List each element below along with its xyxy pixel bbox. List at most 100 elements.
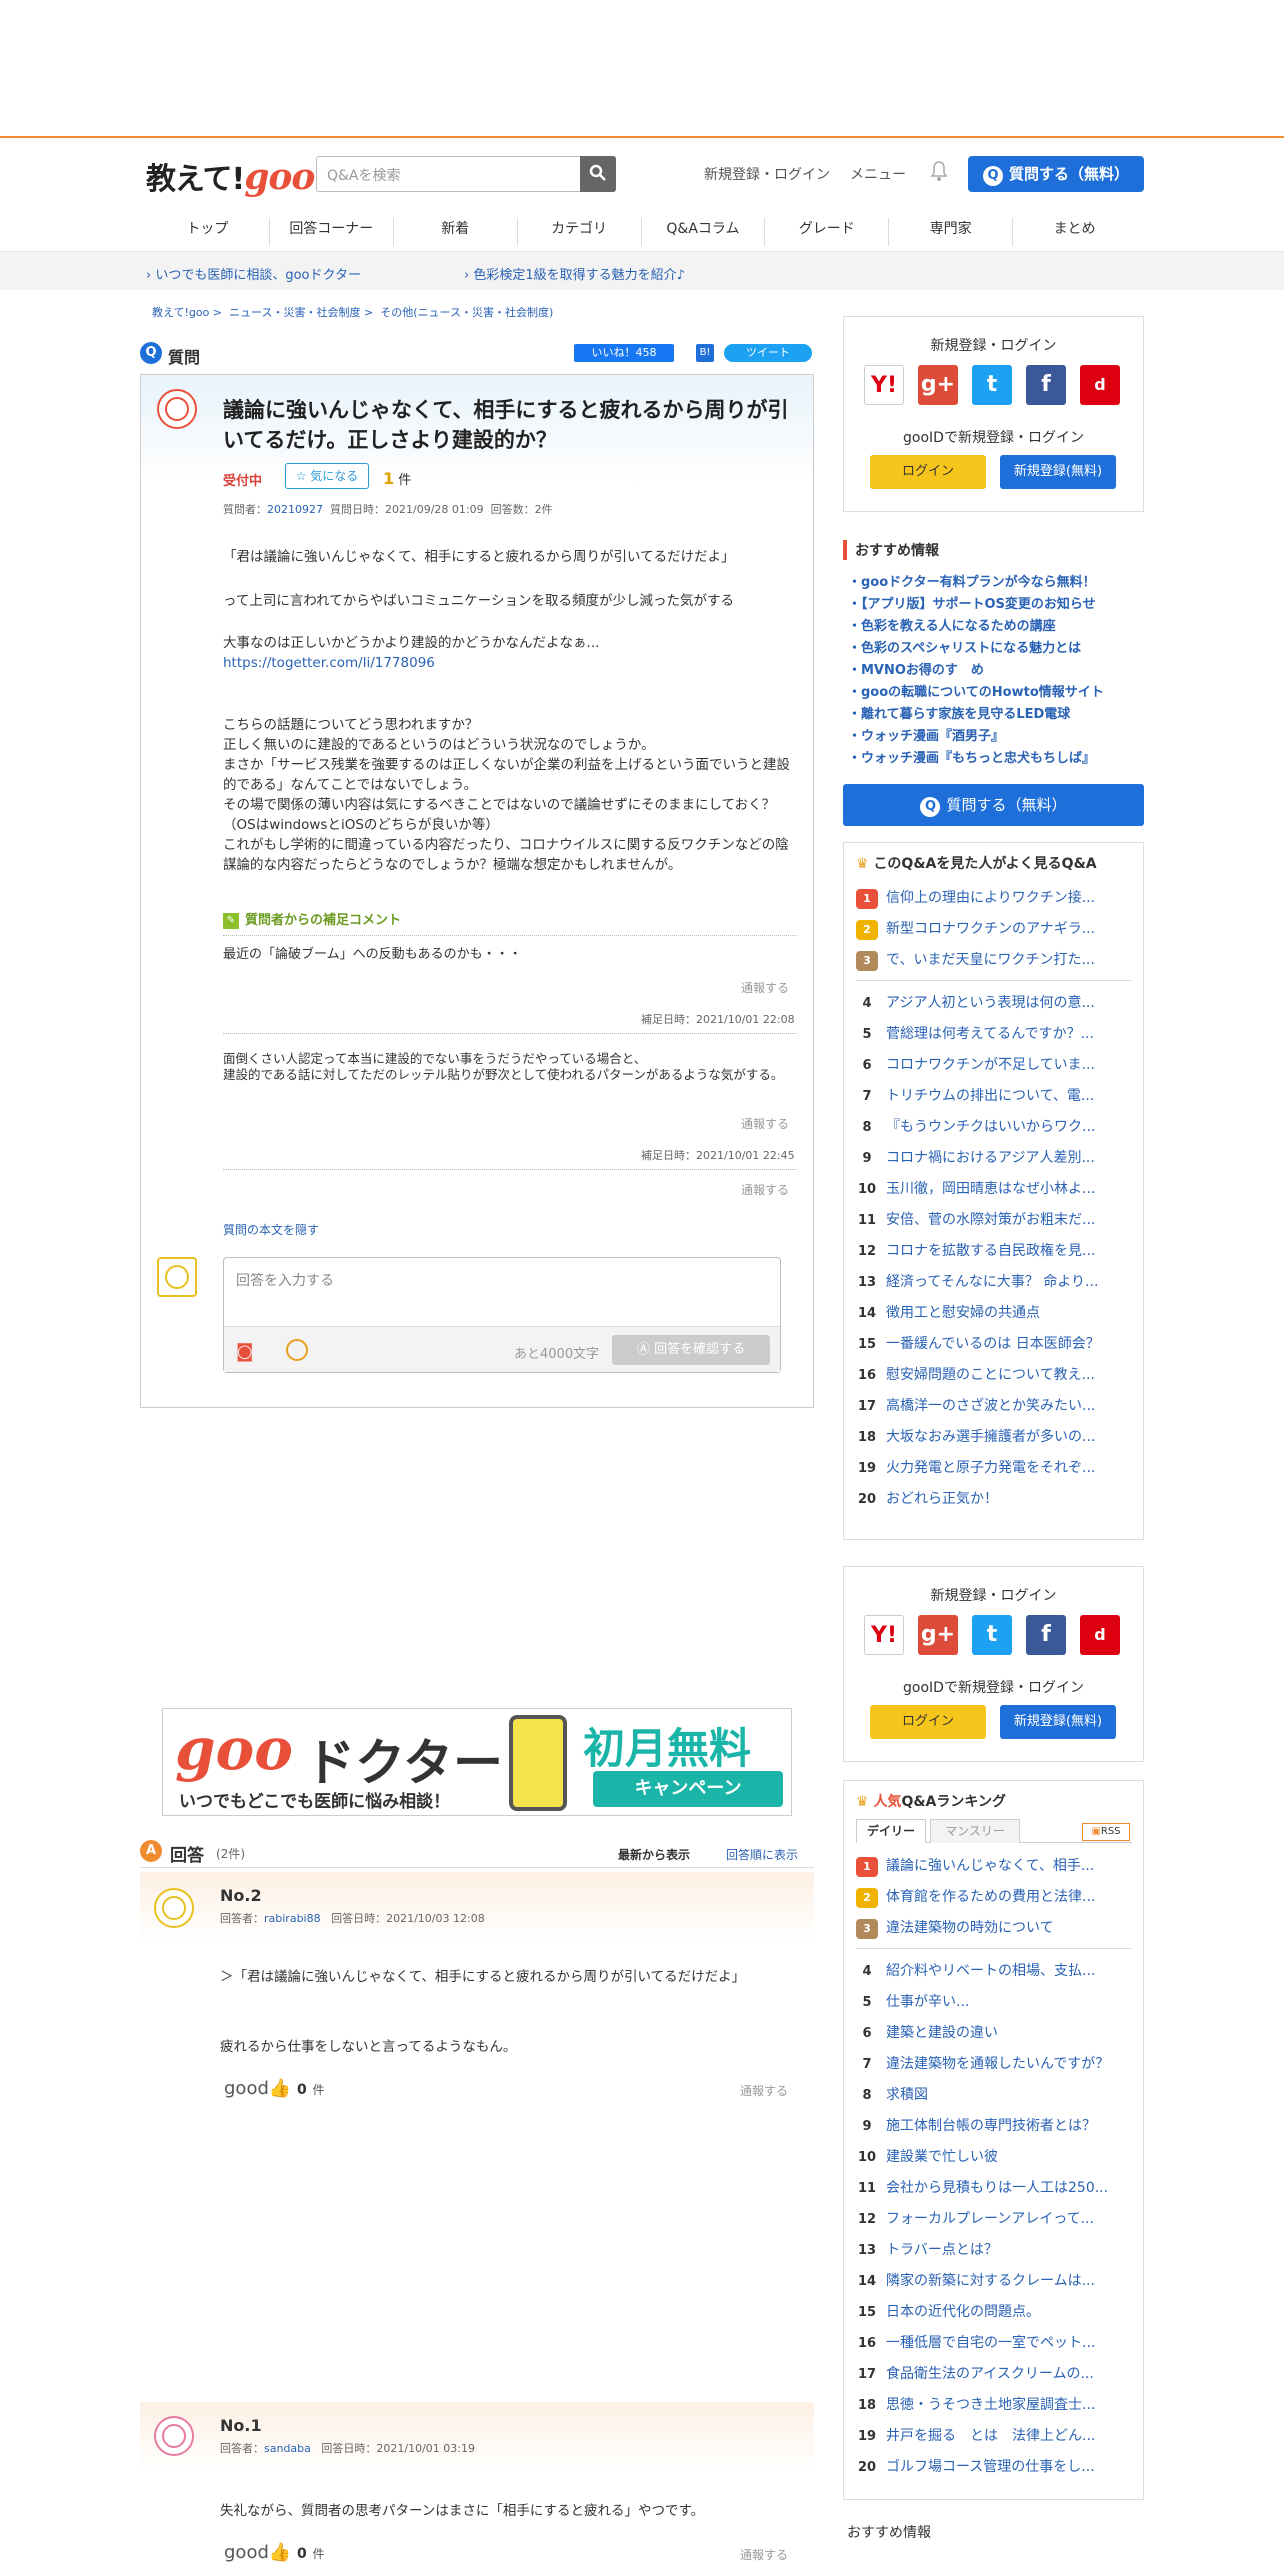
recommend-item[interactable]: ・ウォッチ漫画『もちっと忠犬もちしば』 (848, 748, 1144, 770)
rank-item[interactable]: 19 火力発電と原子力発電をそれぞ... (856, 1453, 1134, 1483)
facebook-icon[interactable]: f (1026, 1615, 1066, 1655)
answer-input[interactable]: 回答を入力する (236, 1270, 334, 1290)
report-link[interactable]: 通報する (740, 2546, 788, 2563)
nav-qa-column[interactable]: Q&Aコラム (640, 218, 765, 246)
recommend-item[interactable]: ・色彩を教える人になるための講座 (848, 616, 1144, 638)
rank-item[interactable]: 12 コロナを拡散する自民政権を見... (856, 1236, 1134, 1266)
bell-icon[interactable] (930, 160, 948, 182)
ask-question-button-side[interactable]: Q 質問する（無料） (843, 784, 1144, 826)
rank-item[interactable]: 11 安倍、菅の水際対策がお粗末だ... (856, 1205, 1134, 1235)
rank-item[interactable]: 11 会社から見積もりは一人工は250... (856, 2173, 1134, 2203)
rank-item[interactable]: 6 コロナワクチンが不足していま... (856, 1050, 1134, 1080)
answerer-avatar[interactable] (154, 2416, 194, 2456)
twitter-icon[interactable]: t (972, 365, 1012, 405)
answerer-avatar[interactable] (154, 1888, 194, 1928)
rank-item[interactable]: 5 仕事が辛い... (856, 1987, 1134, 2017)
docomo-icon[interactable]: d (1080, 365, 1120, 405)
signup-button[interactable]: 新規登録(無料) (1000, 455, 1116, 489)
nav-matome[interactable]: まとめ (1012, 218, 1136, 246)
answer-input-box[interactable]: 回答を入力する ◙ あと4000文字 Ⓐ 回答を確認する (223, 1257, 781, 1373)
recommend-item[interactable]: ・離れて暮らす家族を見守るLED電球 (848, 704, 1144, 726)
recommend-item[interactable]: ・gooドクター有料プランが今なら無料！ (848, 572, 1144, 594)
rank-item[interactable]: 4 アジア人初という表現は何の意... (856, 988, 1134, 1018)
goo-doctor-ad[interactable]: goo ドクター いつでもどこでも医師に悩み相談！ 初月無料 キャンペーン (162, 1708, 792, 1816)
rank-item[interactable]: 8 『もうウンチクはいいからワク... (856, 1112, 1134, 1142)
asker-avatar[interactable] (157, 389, 197, 429)
rank-item[interactable]: 18 大坂なおみ選手擁護者が多いの... (856, 1422, 1134, 1452)
search-button[interactable] (580, 156, 616, 192)
rss-button[interactable]: ▣RSS (1082, 1823, 1130, 1841)
rank-item[interactable]: 2 体育館を作るための費用と法律... (856, 1882, 1134, 1912)
rank-item[interactable]: 1 信仰上の理由によりワクチン接... (856, 883, 1134, 913)
rank-item[interactable]: 1 議論に強いんじゃなくて、相手... (856, 1851, 1134, 1881)
camera-icon[interactable]: ◙ (236, 1341, 253, 1362)
site-logo[interactable]: 教えて!goo (146, 154, 315, 198)
signup-button[interactable]: 新規登録(無料) (1000, 1705, 1116, 1739)
login-button[interactable]: ログイン (870, 455, 986, 489)
report-link[interactable]: 通報する (740, 2082, 788, 2099)
good-button[interactable]: good👍 0 件 (224, 2078, 325, 2099)
google-icon[interactable]: g+ (918, 365, 958, 405)
recommend-item[interactable]: ・gooの転職についてのHowto情報サイト (848, 682, 1144, 704)
docomo-icon[interactable]: d (1080, 1615, 1120, 1655)
hide-question-body-link[interactable]: 質問の本文を隠す (223, 1221, 319, 1238)
rank-item[interactable]: 7 トリチウムの排出について、電... (856, 1081, 1134, 1111)
rank-item[interactable]: 20 おどれら正気か！ (856, 1484, 1134, 1514)
rank-item[interactable]: 9 コロナ禍におけるアジア人差別... (856, 1143, 1134, 1173)
breadcrumb-item[interactable]: その他(ニュース・災害・社会制度) (380, 306, 553, 319)
login-button[interactable]: ログイン (870, 1705, 986, 1739)
rank-item[interactable]: 12 フォーカルプレーンアレイって... (856, 2204, 1134, 2234)
recommend-item[interactable]: ・色彩のスペシャリストになる魅力とは (848, 638, 1144, 660)
report-link[interactable]: 通報する (741, 979, 789, 996)
rank-item[interactable]: 4 紹介料やリベートの相場、支払... (856, 1956, 1134, 1986)
nav-answer-corner[interactable]: 回答コーナー (268, 218, 393, 246)
asker-link[interactable]: 20210927 (267, 503, 323, 516)
togetter-link[interactable]: https://togetter.com/li/1778096 (223, 653, 797, 673)
good-button[interactable]: good👍 0 件 (224, 2542, 325, 2563)
facebook-like-button[interactable]: いいね！458 (574, 344, 674, 362)
confirm-answer-button[interactable]: Ⓐ 回答を確認する (612, 1335, 770, 1365)
rank-item[interactable]: 16 一種低層で自宅の一室でペット... (856, 2328, 1134, 2358)
rank-item[interactable]: 10 玉川徹，岡田晴恵はなぜ小林よ... (856, 1174, 1134, 1204)
facebook-icon[interactable]: f (1026, 365, 1066, 405)
goo-doctor-link[interactable]: › いつでも医師に相談、gooドクター (146, 264, 361, 283)
rank-item[interactable]: 18 思徳・うそつき土地家屋調査士... (856, 2390, 1134, 2420)
rank-item[interactable]: 8 求積図 (856, 2080, 1134, 2110)
sort-newest[interactable]: 最新から表示 (618, 1846, 690, 1863)
rank-item[interactable]: 3 違法建築物の時効について (856, 1913, 1134, 1943)
rank-item[interactable]: 7 違法建築物を通報したいんですが？ (856, 2049, 1134, 2079)
ask-question-button[interactable]: Q 質問する（無料） (968, 156, 1144, 192)
answerer-link[interactable]: rabirabi88 (264, 1912, 321, 1925)
rank-item[interactable]: 17 高橋洋一のさざ波とか笑みたい... (856, 1391, 1134, 1421)
answerer-link[interactable]: sandaba (264, 2442, 311, 2455)
menu-link[interactable]: メニュー (850, 164, 906, 184)
search-input[interactable]: Q&Aを検索 (316, 156, 616, 192)
recommend-item[interactable]: ・MVNOお得のす め (848, 660, 1144, 682)
tab-daily[interactable]: デイリー (856, 1819, 926, 1843)
watch-button[interactable]: ☆ 気になる (285, 463, 369, 489)
nav-top[interactable]: トップ (146, 218, 269, 246)
rank-item[interactable]: 17 食品衛生法のアイスクリームの... (856, 2359, 1134, 2389)
rank-item[interactable]: 13 経済ってそんなに大事？ 命より... (856, 1267, 1134, 1297)
color-cert-link[interactable]: › 色彩検定1級を取得する魅力を紹介♪ (464, 264, 685, 283)
tab-monthly[interactable]: マンスリー (930, 1819, 1020, 1843)
rank-item[interactable]: 2 新型コロナワクチンのアナギラ... (856, 914, 1134, 944)
nav-expert[interactable]: 専門家 (888, 218, 1012, 246)
recommend-item[interactable]: ・ウォッチ漫画『酒男子』 (848, 726, 1144, 748)
yahoo-icon[interactable]: Y! (864, 365, 904, 405)
yahoo-icon[interactable]: Y! (864, 1615, 904, 1655)
twitter-icon[interactable]: t (972, 1615, 1012, 1655)
recommend-item[interactable]: ・【アプリ版】サポートOS変更のお知らせ (848, 594, 1144, 616)
rank-item[interactable]: 20 ゴルフ場コース管理の仕事をし... (856, 2452, 1134, 2482)
rank-item[interactable]: 3 で、いまだ天皇にワクチン打た... (856, 945, 1134, 975)
rank-item[interactable]: 14 隣家の新築に対するクレームは... (856, 2266, 1134, 2296)
rank-item[interactable]: 9 施工体制台帳の専門技術者とは？ (856, 2111, 1134, 2141)
rank-item[interactable]: 19 井戸を掘る とは 法律上どん... (856, 2421, 1134, 2451)
rank-item[interactable]: 10 建設業で忙しい彼 (856, 2142, 1134, 2172)
rank-item[interactable]: 14 徴用工と慰安婦の共通点 (856, 1298, 1134, 1328)
rank-item[interactable]: 6 建築と建設の違い (856, 2018, 1134, 2048)
rank-item[interactable]: 16 慰安婦問題のことについて教え... (856, 1360, 1134, 1390)
rank-item[interactable]: 13 トラバー点とは？ (856, 2235, 1134, 2265)
signup-login-link[interactable]: 新規登録・ログイン (704, 164, 830, 184)
report-link[interactable]: 通報する (741, 1115, 789, 1132)
